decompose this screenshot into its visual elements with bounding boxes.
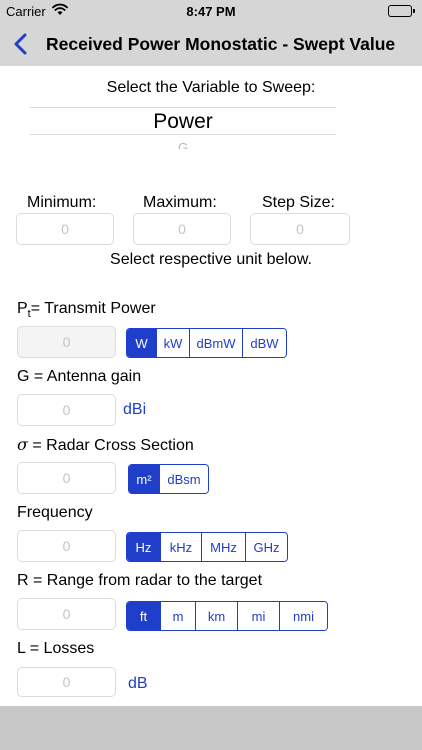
status-time: 8:47 PM xyxy=(186,4,236,19)
unit-m2-button[interactable]: m² xyxy=(129,465,159,493)
step-size-label: Step Size: xyxy=(262,194,335,211)
minimum-label: Minimum: xyxy=(27,194,97,211)
losses-unit: dB xyxy=(128,675,148,692)
page-title: Received Power Monostatic - Swept Value xyxy=(46,34,396,54)
radar-cross-section-label: σ = Radar Cross Section xyxy=(17,435,194,454)
unit-kw-button[interactable]: kW xyxy=(156,329,189,357)
frequency-input[interactable]: 0 xyxy=(17,530,116,562)
unit-ft-button[interactable]: ft xyxy=(127,602,160,630)
maximum-label: Maximum: xyxy=(143,194,217,211)
status-bar: Carrier 8:47 PM xyxy=(0,0,422,22)
unit-mi-button[interactable]: mi xyxy=(237,602,279,630)
bottom-toolbar xyxy=(0,706,422,750)
sweep-variable-picker-selected[interactable]: Power xyxy=(0,110,366,134)
sweep-variable-picker-next[interactable]: G xyxy=(0,140,366,149)
antenna-gain-unit: dBi xyxy=(123,401,147,418)
unit-dbw-button[interactable]: dBW xyxy=(242,329,286,357)
unit-dbmw-button[interactable]: dBmW xyxy=(189,329,242,357)
range-label: R = Range from radar to the target xyxy=(17,572,263,589)
unit-w-button[interactable]: W xyxy=(127,329,156,357)
losses-input[interactable]: 0 xyxy=(17,667,116,697)
back-chevron-icon[interactable] xyxy=(10,30,34,58)
frequency-unit-selector: Hz kHz MHz GHz xyxy=(126,532,288,562)
transmit-power-unit-selector: W kW dBmW dBW xyxy=(126,328,287,358)
antenna-gain-label: G = Antenna gain xyxy=(17,368,142,385)
losses-label: L = Losses xyxy=(17,640,95,657)
unit-khz-button[interactable]: kHz xyxy=(160,533,201,561)
transmit-power-input[interactable]: 0 xyxy=(17,326,116,358)
range-unit-selector: ft m km mi nmi xyxy=(126,601,328,631)
unit-hz-button[interactable]: Hz xyxy=(127,533,160,561)
maximum-input[interactable]: 0 xyxy=(133,213,231,245)
minimum-input[interactable]: 0 xyxy=(16,213,114,245)
unit-mhz-button[interactable]: MHz xyxy=(201,533,245,561)
unit-km-button[interactable]: km xyxy=(195,602,237,630)
transmit-power-label: Pt= Transmit Power xyxy=(17,300,156,321)
unit-m-button[interactable]: m xyxy=(160,602,195,630)
frequency-label: Frequency xyxy=(17,504,93,521)
picker-bottom-divider xyxy=(30,134,336,135)
rcs-unit-selector: m² dBsm xyxy=(128,464,209,494)
antenna-gain-input[interactable]: 0 xyxy=(17,394,116,426)
unit-dbsm-button[interactable]: dBsm xyxy=(159,465,208,493)
battery-icon xyxy=(388,5,415,17)
unit-instruction: Select respective unit below. xyxy=(110,251,312,268)
picker-top-divider xyxy=(30,107,336,108)
navigation-bar: Received Power Monostatic - Swept Value xyxy=(0,22,422,66)
unit-nmi-button[interactable]: nmi xyxy=(279,602,327,630)
step-size-input[interactable]: 0 xyxy=(250,213,350,245)
unit-ghz-button[interactable]: GHz xyxy=(245,533,287,561)
sweep-variable-prompt: Select the Variable to Sweep: xyxy=(106,79,316,96)
radar-cross-section-input[interactable]: 0 xyxy=(17,462,116,494)
range-input[interactable]: 0 xyxy=(17,598,116,630)
